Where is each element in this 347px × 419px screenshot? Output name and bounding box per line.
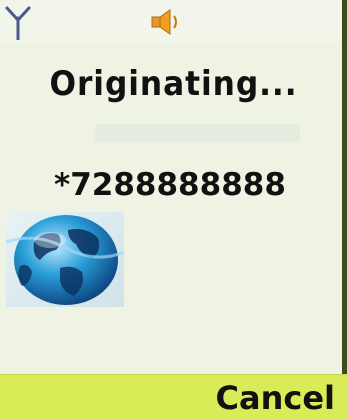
globe-icon bbox=[5, 212, 125, 307]
divider-band bbox=[95, 124, 300, 142]
call-status-text: Originating... bbox=[49, 64, 298, 104]
status-bar bbox=[0, 0, 347, 42]
softkey-bar: Cancel bbox=[0, 374, 347, 419]
speaker-icon bbox=[150, 8, 184, 36]
screen-edge bbox=[342, 0, 347, 374]
signal-antenna-icon bbox=[5, 6, 31, 41]
dialed-number: *7288888888 bbox=[54, 167, 286, 203]
phone-screen: Originating... *7288888888 Cancel bbox=[0, 0, 347, 419]
cancel-button[interactable]: Cancel bbox=[216, 379, 336, 417]
